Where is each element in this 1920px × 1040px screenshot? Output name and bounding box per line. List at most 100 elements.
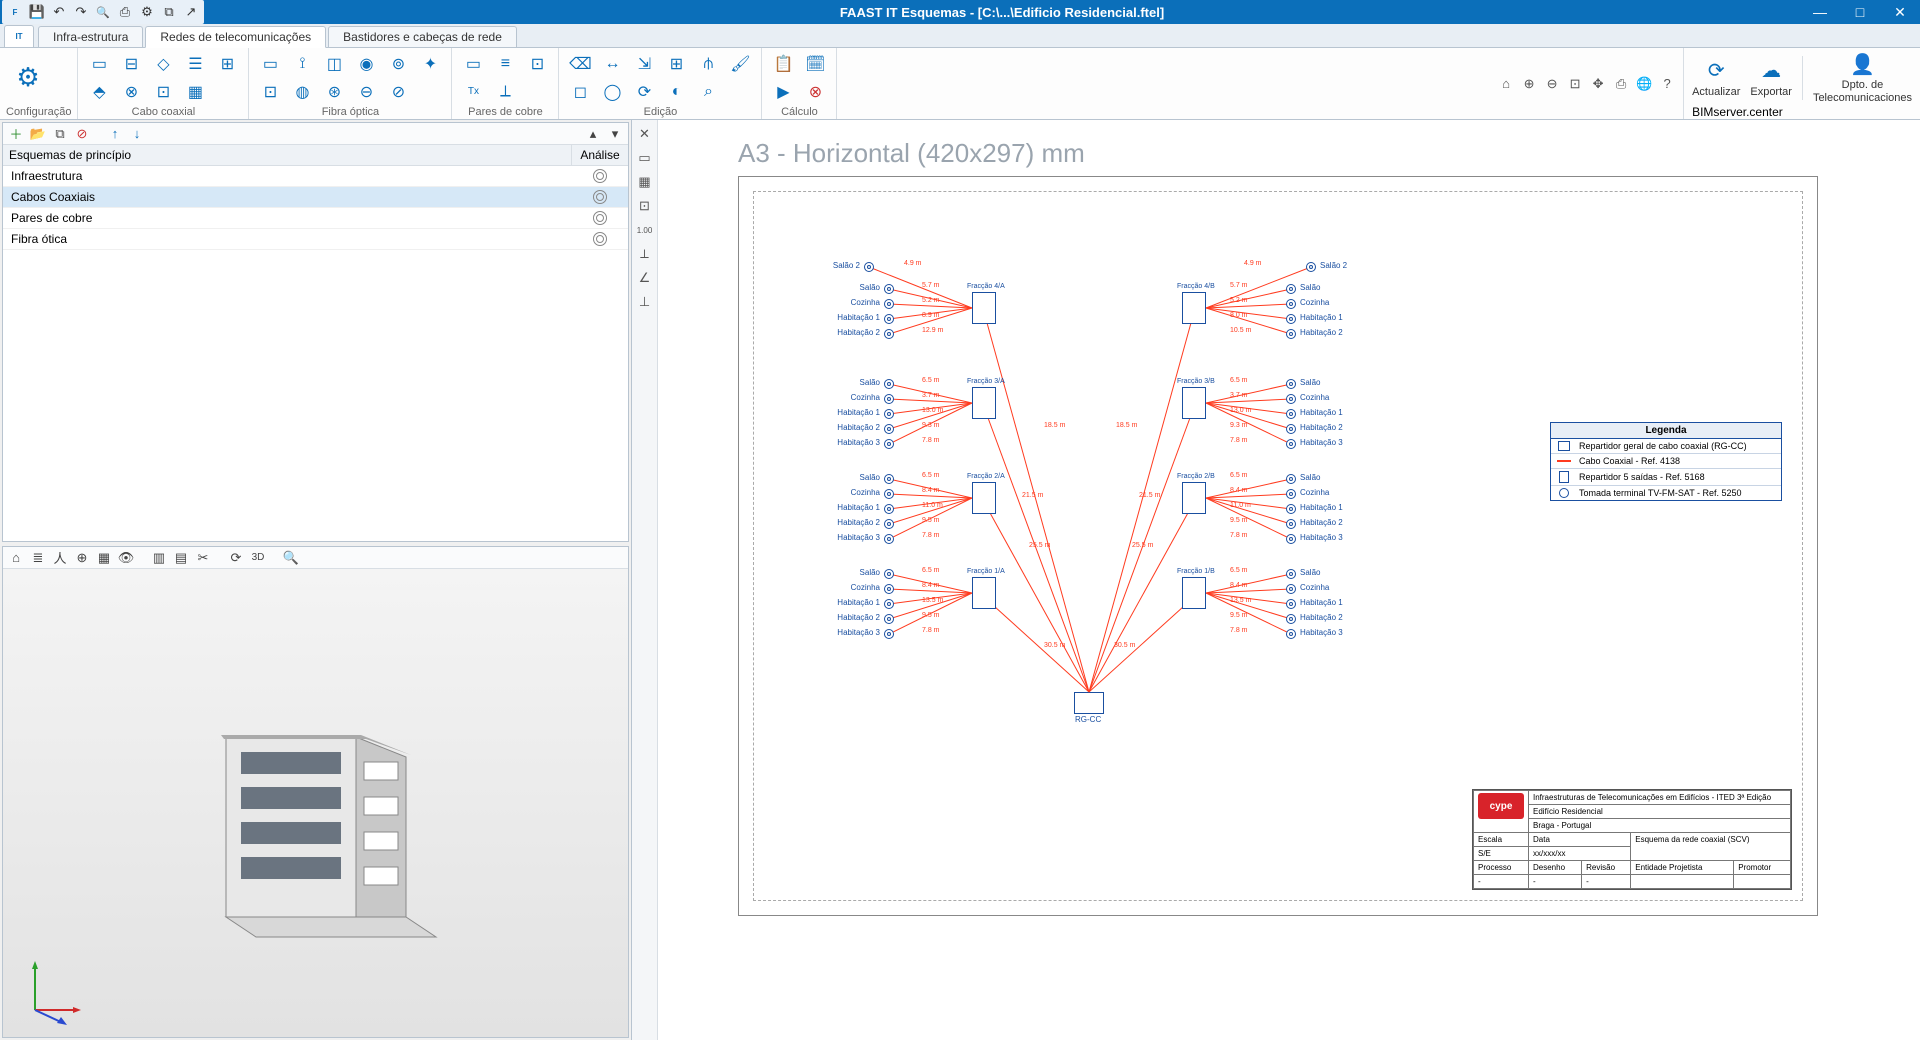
save-icon[interactable]: 💾 (28, 3, 46, 21)
view-zoomfit-icon[interactable]: ⊡ (1565, 74, 1585, 94)
outlet-node[interactable] (1286, 629, 1296, 639)
repart-1a[interactable]: Fracção 1/A (972, 577, 996, 609)
view-zoomout-icon[interactable]: ⊖ (1542, 74, 1562, 94)
v3d-home-icon[interactable]: ⌂ (7, 549, 25, 567)
edit-tool-8-icon[interactable]: ◯ (597, 79, 627, 105)
repart-4b[interactable]: Fracção 4/B (1182, 292, 1206, 324)
vt-snap-icon[interactable]: ⊡ (635, 196, 655, 216)
coax-tool-3-icon[interactable]: ◇ (148, 51, 178, 77)
calc-tool-2-icon[interactable]: 🗓 (800, 51, 830, 77)
edit-tool-10-icon[interactable]: ◐ (661, 79, 691, 105)
export-icon[interactable]: ↗ (182, 3, 200, 21)
new-icon[interactable]: ＋ (7, 125, 25, 143)
arrow-down-icon[interactable]: ↓ (128, 125, 146, 143)
fibra-tool-4-icon[interactable]: ◉ (351, 51, 381, 77)
fibra-tool-2-icon[interactable]: ⟟ (287, 51, 317, 77)
schema-row-fibra-otica[interactable]: Fibra ótica (3, 229, 628, 250)
edit-tool-4-icon[interactable]: ⊞ (661, 51, 691, 77)
coax-tool-8-icon[interactable]: ⊡ (148, 79, 178, 105)
v3d-3d-icon[interactable]: 3D (249, 549, 267, 567)
drawing-canvas[interactable]: A3 - Horizontal (420x297) mm RG-CC (658, 120, 1920, 1040)
binoculars-icon[interactable]: 🔍 (94, 3, 112, 21)
bim-dpto-button[interactable]: 👤 Dpto. de Telecomunicaciones (1813, 51, 1912, 103)
fibra-tool-7-icon[interactable]: ⊡ (255, 79, 285, 105)
outlet-node[interactable] (1286, 474, 1296, 484)
schema-row-pares-cobre[interactable]: Pares de cobre (3, 208, 628, 229)
outlet-node[interactable] (884, 614, 894, 624)
repart-2b[interactable]: Fracção 2/B (1182, 482, 1206, 514)
tab-redes-telecomunicacoes[interactable]: Redes de telecomunicações (145, 26, 326, 48)
pares-tool-4-icon[interactable]: Tx (458, 79, 488, 105)
outlet-node[interactable] (1286, 534, 1296, 544)
outlet-node[interactable] (884, 284, 894, 294)
outlet-node[interactable] (884, 424, 894, 434)
open-icon[interactable]: 📂 (29, 125, 47, 143)
view-print-icon[interactable]: ⎙ (1611, 74, 1631, 94)
fibra-tool-1-icon[interactable]: ▭ (255, 51, 285, 77)
outlet-node[interactable] (1286, 379, 1296, 389)
arrow-up-icon[interactable]: ↑ (106, 125, 124, 143)
qat-logo[interactable]: F (6, 3, 24, 21)
fibra-tool-12-icon[interactable] (415, 79, 445, 105)
outlet-node[interactable] (884, 379, 894, 389)
view-zoomin-icon[interactable]: ⊕ (1519, 74, 1539, 94)
coax-tool-9-icon[interactable]: ▦ (180, 79, 210, 105)
edit-tool-3-icon[interactable]: ⇲ (629, 51, 659, 77)
outlet-node[interactable] (884, 489, 894, 499)
copy2-icon[interactable]: ⧉ (51, 125, 69, 143)
edit-tool-2-icon[interactable]: ↔ (597, 51, 627, 77)
outlet-node[interactable] (884, 629, 894, 639)
redo-icon[interactable]: ↷ (72, 3, 90, 21)
outlet-node[interactable] (1286, 584, 1296, 594)
vt-close-icon[interactable]: ✕ (635, 124, 655, 144)
tab-infraestrutura[interactable]: Infra-estrutura (38, 26, 143, 47)
outlet-node[interactable] (1286, 329, 1296, 339)
copy-icon[interactable]: ⧉ (160, 3, 178, 21)
tab-bastidores[interactable]: Bastidores e cabeças de rede (328, 26, 517, 47)
outlet-node[interactable] (884, 519, 894, 529)
outlet-node[interactable] (884, 504, 894, 514)
repart-3a[interactable]: Fracção 3/A (972, 387, 996, 419)
maximize-button[interactable]: □ (1840, 0, 1880, 24)
v3d-grid1-icon[interactable]: ▥ (150, 549, 168, 567)
outlet-node[interactable] (1286, 439, 1296, 449)
edit-brush-icon[interactable]: 🖌 (725, 51, 755, 77)
v3d-cube-icon[interactable]: ▦ (95, 549, 113, 567)
outlet-node[interactable] (884, 569, 894, 579)
outlet-node[interactable] (1286, 569, 1296, 579)
fibra-tool-3-icon[interactable]: ◫ (319, 51, 349, 77)
app-logo-tab[interactable]: IT (4, 25, 34, 47)
calc-run-icon[interactable]: ▶ (768, 79, 798, 105)
outlet-node[interactable] (884, 329, 894, 339)
edit-tool-9-icon[interactable]: ⟳ (629, 79, 659, 105)
fibra-tool-11-icon[interactable]: ⊘ (383, 79, 413, 105)
outlet-node[interactable] (1286, 424, 1296, 434)
fibra-tool-10-icon[interactable]: ⊖ (351, 79, 381, 105)
outlet-node[interactable] (1286, 504, 1296, 514)
bim-actualizar-button[interactable]: ⟳ Actualizar (1692, 58, 1740, 98)
vt-measure-icon[interactable]: ⟂ (635, 244, 655, 264)
outlet-node[interactable] (884, 299, 894, 309)
undo-icon[interactable]: ↶ (50, 3, 68, 21)
outlet-node[interactable] (884, 584, 894, 594)
outlet-node[interactable] (864, 262, 874, 272)
pares-tool-2-icon[interactable]: ≡ (490, 51, 520, 77)
analyse-icon[interactable] (593, 211, 607, 225)
pares-tool-1-icon[interactable]: ▭ (458, 51, 488, 77)
outlet-node[interactable] (1286, 299, 1296, 309)
gear-icon[interactable]: ⚙ (6, 56, 50, 100)
outlet-node[interactable] (1286, 409, 1296, 419)
v3d-layers-icon[interactable]: ≣ (29, 549, 47, 567)
repart-3b[interactable]: Fracção 3/B (1182, 387, 1206, 419)
calc-tool-1-icon[interactable]: 📋 (768, 51, 798, 77)
outlet-node[interactable] (1286, 489, 1296, 499)
v3d-person-icon[interactable]: 人 (51, 549, 69, 567)
coax-tool-7-icon[interactable]: ⊗ (116, 79, 146, 105)
view-help-icon[interactable]: ? (1657, 74, 1677, 94)
v3d-cut-icon[interactable]: ✂ (194, 549, 212, 567)
analyse-icon[interactable] (593, 190, 607, 204)
view-globe-icon[interactable]: 🌐 (1634, 74, 1654, 94)
repart-2a[interactable]: Fracção 2/A (972, 482, 996, 514)
outlet-node[interactable] (1286, 314, 1296, 324)
print-icon[interactable]: ⎙ (116, 3, 134, 21)
